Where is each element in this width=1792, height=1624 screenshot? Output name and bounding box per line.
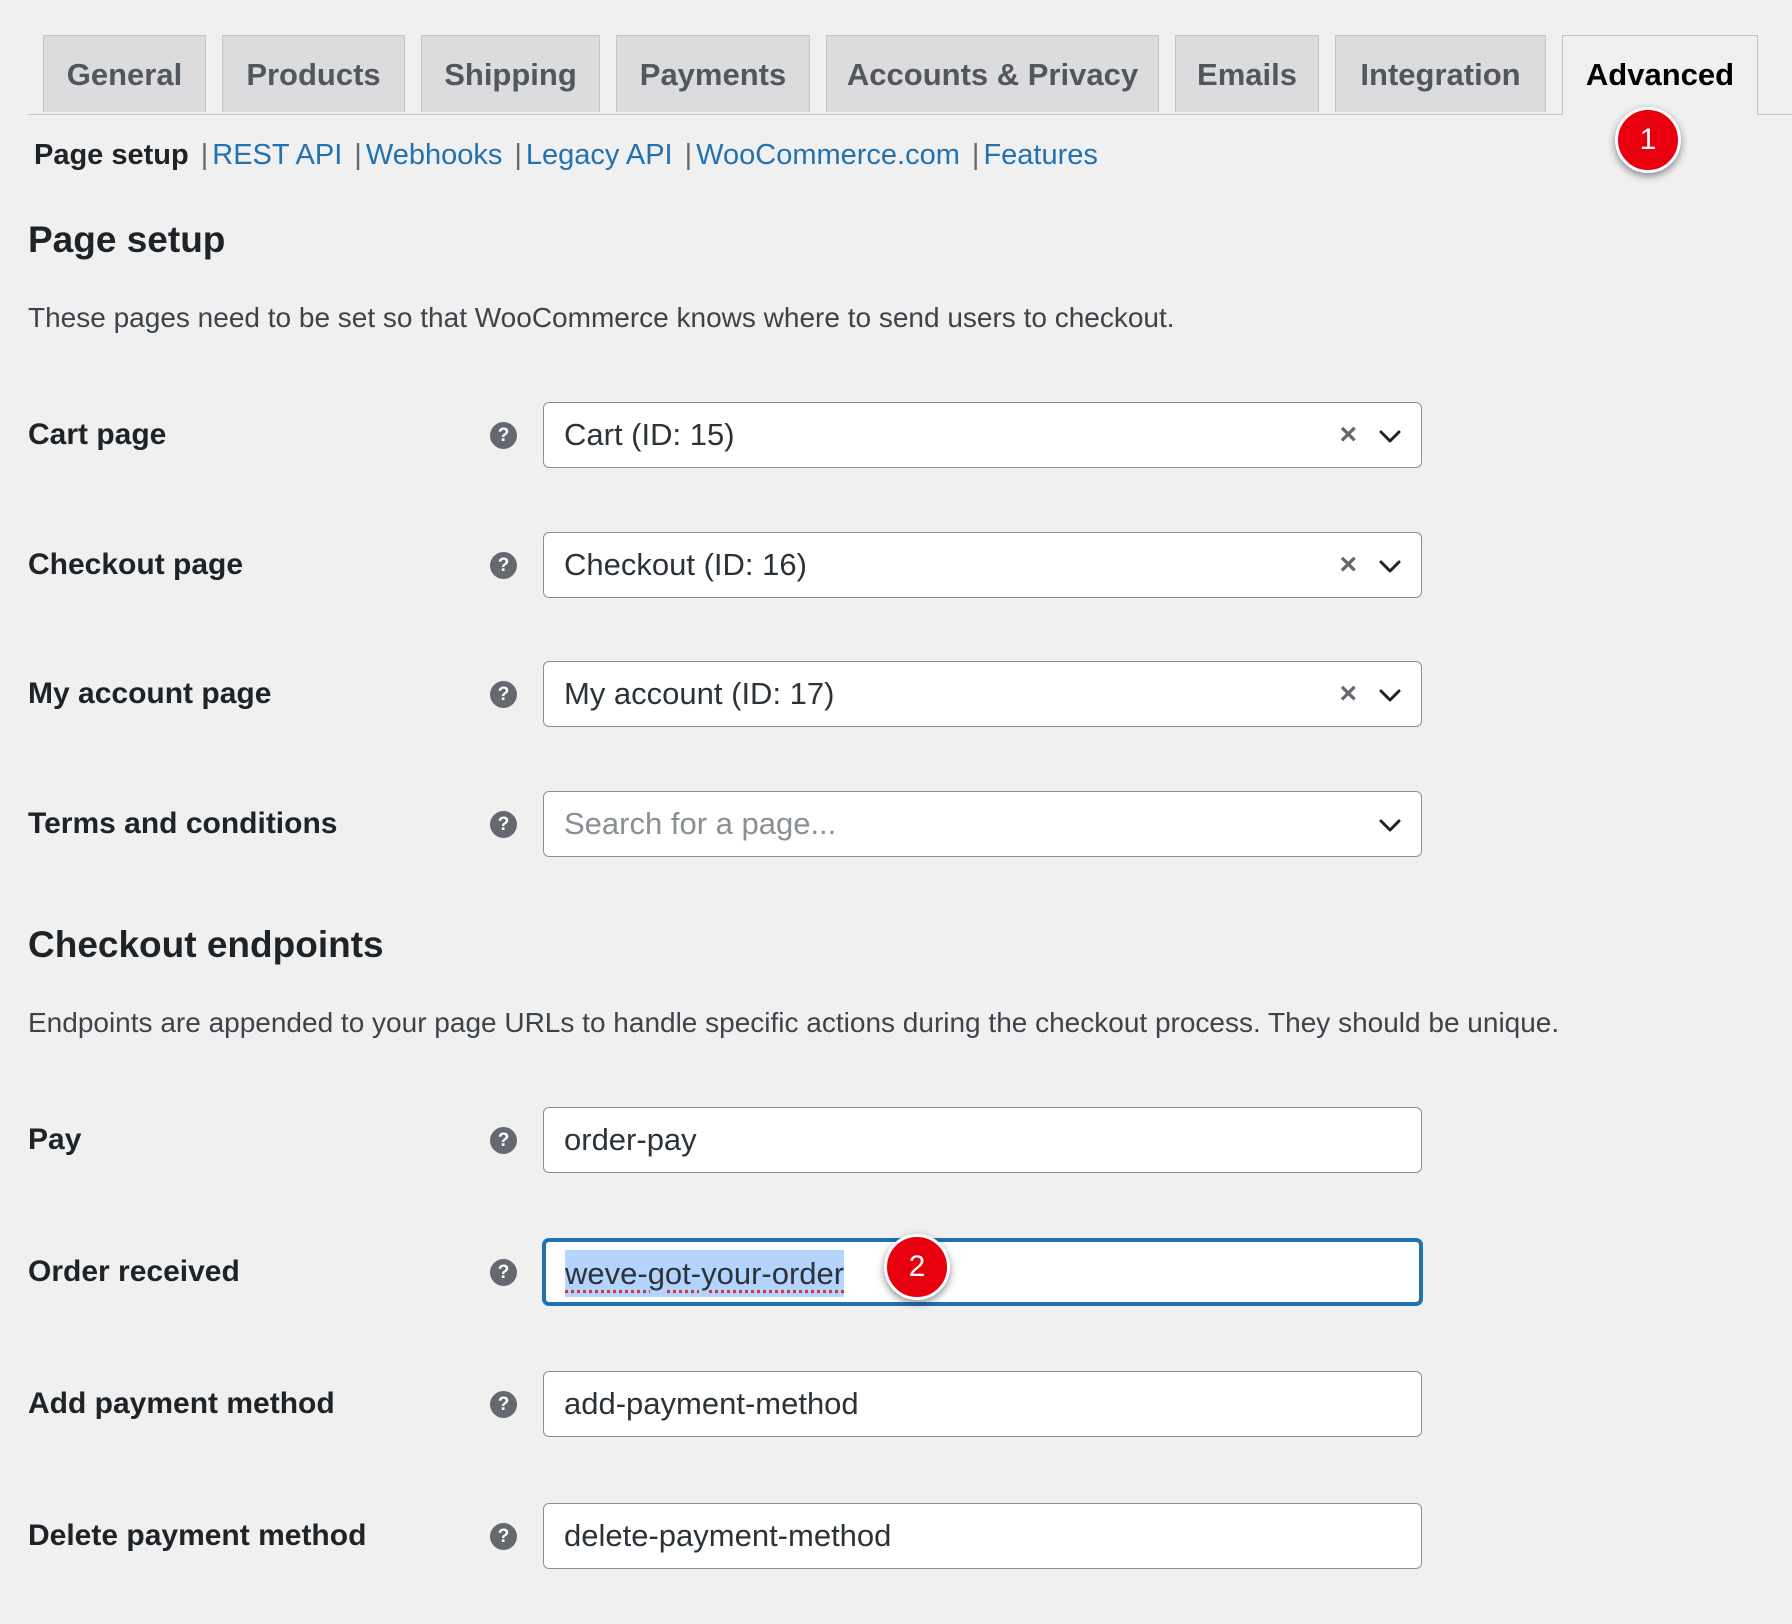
- order-received-endpoint-label: Order received: [28, 1255, 240, 1288]
- selected-text: weve-got-your-order: [565, 1250, 845, 1297]
- tab-list: General Products Shipping Payments Accou…: [43, 35, 1758, 115]
- add-payment-method-endpoint-label: Add payment method: [28, 1387, 335, 1420]
- chevron-down-icon[interactable]: [1377, 812, 1403, 838]
- pay-endpoint-value: order-pay: [564, 1122, 697, 1157]
- help-icon[interactable]: ?: [490, 552, 517, 579]
- my-account-page-label: My account page: [28, 677, 272, 710]
- tab-accounts-privacy[interactable]: Accounts & Privacy: [826, 35, 1159, 112]
- help-icon[interactable]: ?: [490, 1391, 517, 1418]
- clear-icon[interactable]: ×: [1339, 533, 1357, 596]
- subnav-separator: |: [514, 139, 522, 171]
- tab-shipping[interactable]: Shipping: [421, 35, 600, 112]
- page-setup-description: These pages need to be set so that WooCo…: [28, 302, 1175, 333]
- tab-payments[interactable]: Payments: [616, 35, 810, 112]
- cart-page-label: Cart page: [28, 418, 167, 451]
- tab-general[interactable]: General: [43, 35, 206, 112]
- checkout-page-row: Checkout page ? Checkout (ID: 16) ×: [0, 532, 1792, 598]
- checkout-page-select[interactable]: Checkout (ID: 16) ×: [543, 532, 1422, 598]
- tab-advanced[interactable]: Advanced: [1562, 35, 1758, 115]
- cart-page-select[interactable]: Cart (ID: 15) ×: [543, 402, 1422, 468]
- delete-payment-method-endpoint-label: Delete payment method: [28, 1519, 367, 1552]
- help-icon[interactable]: ?: [490, 681, 517, 708]
- subnav-separator: |: [971, 139, 980, 171]
- checkout-page-label: Checkout page: [28, 548, 244, 581]
- settings-tab-bar: General Products Shipping Payments Accou…: [28, 0, 1792, 115]
- terms-page-label: Terms and conditions: [28, 807, 338, 840]
- tab-emails[interactable]: Emails: [1175, 35, 1319, 112]
- subnav-separator: |: [354, 139, 362, 171]
- subnav-separator: |: [200, 139, 209, 171]
- help-icon[interactable]: ?: [490, 811, 517, 838]
- clear-icon[interactable]: ×: [1339, 662, 1357, 725]
- subnav-woocommerce-com[interactable]: WooCommerce.com: [696, 139, 960, 171]
- subnav-separator: |: [684, 139, 693, 171]
- tab-integration[interactable]: Integration: [1335, 35, 1546, 112]
- subnav-legacy-api[interactable]: Legacy API: [526, 139, 673, 171]
- delete-payment-method-endpoint-row: Delete payment method ? delete-payment-m…: [0, 1503, 1792, 1569]
- pay-endpoint-input[interactable]: order-pay: [543, 1107, 1422, 1173]
- terms-page-row: Terms and conditions ? Search for a page…: [0, 791, 1792, 857]
- terms-page-placeholder: Search for a page...: [564, 806, 837, 841]
- chevron-down-icon[interactable]: [1377, 553, 1403, 579]
- checkout-endpoints-heading: Checkout endpoints: [28, 924, 384, 965]
- help-icon[interactable]: ?: [490, 1259, 517, 1286]
- cart-page-row: Cart page ? Cart (ID: 15) ×: [0, 402, 1792, 468]
- delete-payment-method-endpoint-input[interactable]: delete-payment-method: [543, 1503, 1422, 1569]
- pay-endpoint-label: Pay: [28, 1123, 82, 1156]
- tab-products[interactable]: Products: [222, 35, 405, 112]
- help-icon[interactable]: ?: [490, 422, 517, 449]
- order-received-endpoint-value: weve-got-your-order: [565, 1242, 845, 1305]
- my-account-page-selected-value: My account (ID: 17): [564, 676, 835, 711]
- step-badge-2: 2: [884, 1234, 950, 1300]
- delete-payment-method-endpoint-value: delete-payment-method: [564, 1518, 892, 1553]
- checkout-page-selected-value: Checkout (ID: 16): [564, 547, 807, 582]
- help-icon[interactable]: ?: [490, 1523, 517, 1550]
- my-account-page-row: My account page ? My account (ID: 17) ×: [0, 661, 1792, 727]
- help-icon[interactable]: ?: [490, 1127, 517, 1154]
- add-payment-method-endpoint-row: Add payment method ? add-payment-method: [0, 1371, 1792, 1437]
- cart-page-selected-value: Cart (ID: 15): [564, 417, 735, 452]
- advanced-subnav: Page setup | REST API | Webhooks | Legacy API |…: [34, 138, 1098, 172]
- my-account-page-select[interactable]: My account (ID: 17) ×: [543, 661, 1422, 727]
- step-badge-1: 1: [1615, 107, 1681, 173]
- checkout-endpoints-description: Endpoints are appended to your page URLs…: [28, 1007, 1560, 1038]
- order-received-endpoint-input[interactable]: weve-got-your-order: [543, 1239, 1422, 1305]
- page-setup-heading: Page setup: [28, 219, 226, 260]
- subnav-features[interactable]: Features: [983, 139, 1097, 171]
- subnav-rest-api[interactable]: REST API: [212, 139, 342, 171]
- terms-page-select[interactable]: Search for a page...: [543, 791, 1422, 857]
- add-payment-method-endpoint-value: add-payment-method: [564, 1386, 859, 1421]
- chevron-down-icon[interactable]: [1377, 682, 1403, 708]
- chevron-down-icon[interactable]: [1377, 423, 1403, 449]
- add-payment-method-endpoint-input[interactable]: add-payment-method: [543, 1371, 1422, 1437]
- pay-endpoint-row: Pay ? order-pay: [0, 1107, 1792, 1173]
- subnav-webhooks[interactable]: Webhooks: [366, 139, 503, 171]
- subnav-page-setup: Page setup: [34, 139, 189, 171]
- clear-icon[interactable]: ×: [1339, 403, 1357, 466]
